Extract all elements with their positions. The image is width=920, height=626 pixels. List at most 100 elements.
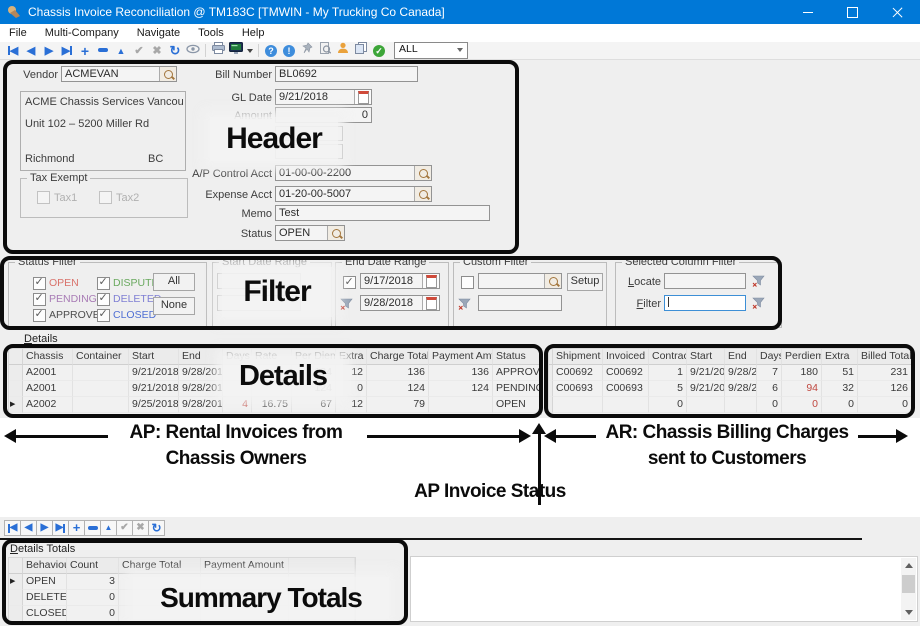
bill-number-field[interactable]: BL0692 xyxy=(275,66,418,82)
menu-item[interactable]: Help xyxy=(233,27,274,39)
grid-cell[interactable]: C00692 xyxy=(603,365,649,381)
vendor-field[interactable]: ACMEVAN xyxy=(61,66,177,82)
grid-column-header[interactable]: Invoiced Bi xyxy=(603,349,649,365)
end-date-from-field[interactable]: 9/17/2018 xyxy=(360,273,440,289)
menu-item[interactable]: Tools xyxy=(189,27,233,39)
grid-cell[interactable]: 9/21/2018 xyxy=(129,381,179,397)
grid-column-header[interactable]: Count xyxy=(67,558,119,574)
checkbox[interactable] xyxy=(97,309,110,322)
grid-cell[interactable]: A2001 xyxy=(23,365,73,381)
status-filter-option-approved[interactable]: APPROVED xyxy=(33,307,97,323)
expense-acct-field[interactable]: 01-20-00-5007 xyxy=(275,186,432,202)
grid-cell[interactable]: DELETED xyxy=(23,590,67,606)
grid-cell[interactable]: 3 xyxy=(67,574,119,590)
edit-detail-button[interactable]: ▲ xyxy=(100,520,117,536)
grid-column-header[interactable]: End xyxy=(725,349,757,365)
next-detail-button[interactable]: ▶ xyxy=(36,520,53,536)
grid-cell[interactable]: APPROVED xyxy=(493,365,541,381)
grid-cell[interactable]: 231 xyxy=(858,365,912,381)
grid-cell[interactable] xyxy=(725,397,757,413)
document-search-button[interactable] xyxy=(316,42,334,59)
menu-item[interactable]: Navigate xyxy=(128,27,189,39)
grid-column-header[interactable]: Behaviour xyxy=(23,558,67,574)
custom-filter-checkbox[interactable] xyxy=(461,276,474,289)
grid-cell[interactable]: 9/28/2018 xyxy=(179,365,223,381)
grid-cell[interactable]: 9/28/2018 xyxy=(725,381,757,397)
validate-button[interactable]: ✓ xyxy=(373,45,385,57)
scope-selector[interactable]: ALL xyxy=(394,42,468,59)
cancel-detail-button[interactable]: ✖ xyxy=(132,520,149,536)
grid-column-header[interactable]: Days xyxy=(757,349,782,365)
screen-button[interactable] xyxy=(227,42,245,59)
grid-cell[interactable]: 124 xyxy=(429,381,493,397)
print-button[interactable] xyxy=(209,42,227,59)
add-record-button[interactable]: + xyxy=(76,43,94,59)
table-row[interactable]: 00000 xyxy=(549,397,912,413)
end-date-range-checkbox[interactable] xyxy=(343,276,356,289)
menu-item[interactable]: Multi-Company xyxy=(36,27,128,39)
next-record-button[interactable]: ▶ xyxy=(40,43,58,59)
copy-button[interactable] xyxy=(352,42,370,59)
prev-detail-button[interactable]: ◀ xyxy=(20,520,37,536)
refresh-button[interactable]: ↻ xyxy=(166,43,184,59)
grid-cell[interactable] xyxy=(73,365,129,381)
grid-cell[interactable]: A2002 xyxy=(23,397,73,413)
grid-cell[interactable] xyxy=(553,397,603,413)
gl-date-calendar-button[interactable] xyxy=(354,90,371,104)
grid-column-header[interactable]: Start xyxy=(687,349,725,365)
custom-filter-lookup-button[interactable] xyxy=(544,274,561,288)
grid-cell[interactable]: 9/28/2018 xyxy=(725,365,757,381)
column-filter-field[interactable] xyxy=(664,295,746,311)
status-filter-option-open[interactable]: OPEN xyxy=(33,275,97,291)
grid-column-header[interactable]: End xyxy=(179,349,223,365)
grid-cell[interactable]: 9/25/2018 xyxy=(129,397,179,413)
grid-column-header[interactable]: Perdiem xyxy=(782,349,822,365)
checkbox[interactable] xyxy=(97,293,110,306)
vertical-scrollbar[interactable] xyxy=(901,558,916,620)
status-filter-option-pending[interactable]: PENDING xyxy=(33,291,97,307)
grid-column-header[interactable]: Charge Total xyxy=(367,349,429,365)
grid-cell[interactable]: 180 xyxy=(782,365,822,381)
grid-column-header[interactable]: Status xyxy=(493,349,541,365)
tax1-checkbox[interactable] xyxy=(37,191,50,204)
grid-cell[interactable]: 9/28/2018 xyxy=(179,397,223,413)
grid-cell[interactable] xyxy=(429,397,493,413)
details-tab[interactable]: Details xyxy=(24,333,58,345)
help-button[interactable]: ? xyxy=(265,45,277,57)
end-date-to-field[interactable]: 9/28/2018 xyxy=(360,295,440,311)
end-from-calendar-button[interactable] xyxy=(422,274,439,288)
screen-dropdown-icon[interactable] xyxy=(247,49,253,53)
info-button[interactable]: ! xyxy=(283,45,295,57)
grid-column-header[interactable]: Start xyxy=(129,349,179,365)
gl-date-field[interactable]: 9/21/2018 xyxy=(275,89,372,105)
grid-column-header[interactable]: Payment Amt xyxy=(429,349,493,365)
grid-column-header[interactable] xyxy=(289,558,355,574)
edit-record-button[interactable]: ▲ xyxy=(112,43,130,59)
grid-cell[interactable]: 0 xyxy=(649,397,687,413)
grid-cell[interactable]: 4 xyxy=(223,397,252,413)
grid-cell[interactable]: OPEN xyxy=(493,397,541,413)
menu-item[interactable]: File xyxy=(0,27,36,39)
grid-cell[interactable]: CLOSED xyxy=(23,606,67,622)
expense-lookup-button[interactable] xyxy=(414,187,431,201)
grid-cell[interactable]: 9/28/2018 xyxy=(179,381,223,397)
grid-cell[interactable]: 0 xyxy=(757,397,782,413)
grid-cell[interactable]: C00693 xyxy=(553,381,603,397)
grid-cell[interactable]: 7 xyxy=(757,365,782,381)
grid-cell[interactable]: C00693 xyxy=(603,381,649,397)
ap-control-lookup-button[interactable] xyxy=(414,166,431,180)
grid-cell[interactable] xyxy=(603,397,649,413)
checkbox[interactable] xyxy=(33,293,46,306)
grid-cell[interactable]: PENDING xyxy=(493,381,541,397)
grid-cell[interactable] xyxy=(73,381,129,397)
close-button[interactable] xyxy=(875,0,920,24)
ap-control-acct-field[interactable]: 01-00-00-2200 xyxy=(275,165,432,181)
grid-cell[interactable]: C00692 xyxy=(553,365,603,381)
grid-column-header[interactable]: Payment Amount xyxy=(201,558,289,574)
grid-column-header[interactable]: Extra xyxy=(822,349,858,365)
first-record-button[interactable]: ◀ xyxy=(4,43,22,59)
status-none-button[interactable]: None xyxy=(153,297,195,315)
custom-filter-lookup-field[interactable] xyxy=(478,273,562,289)
refresh-detail-button[interactable]: ↻ xyxy=(148,520,165,536)
scroll-down-button[interactable] xyxy=(901,605,916,620)
